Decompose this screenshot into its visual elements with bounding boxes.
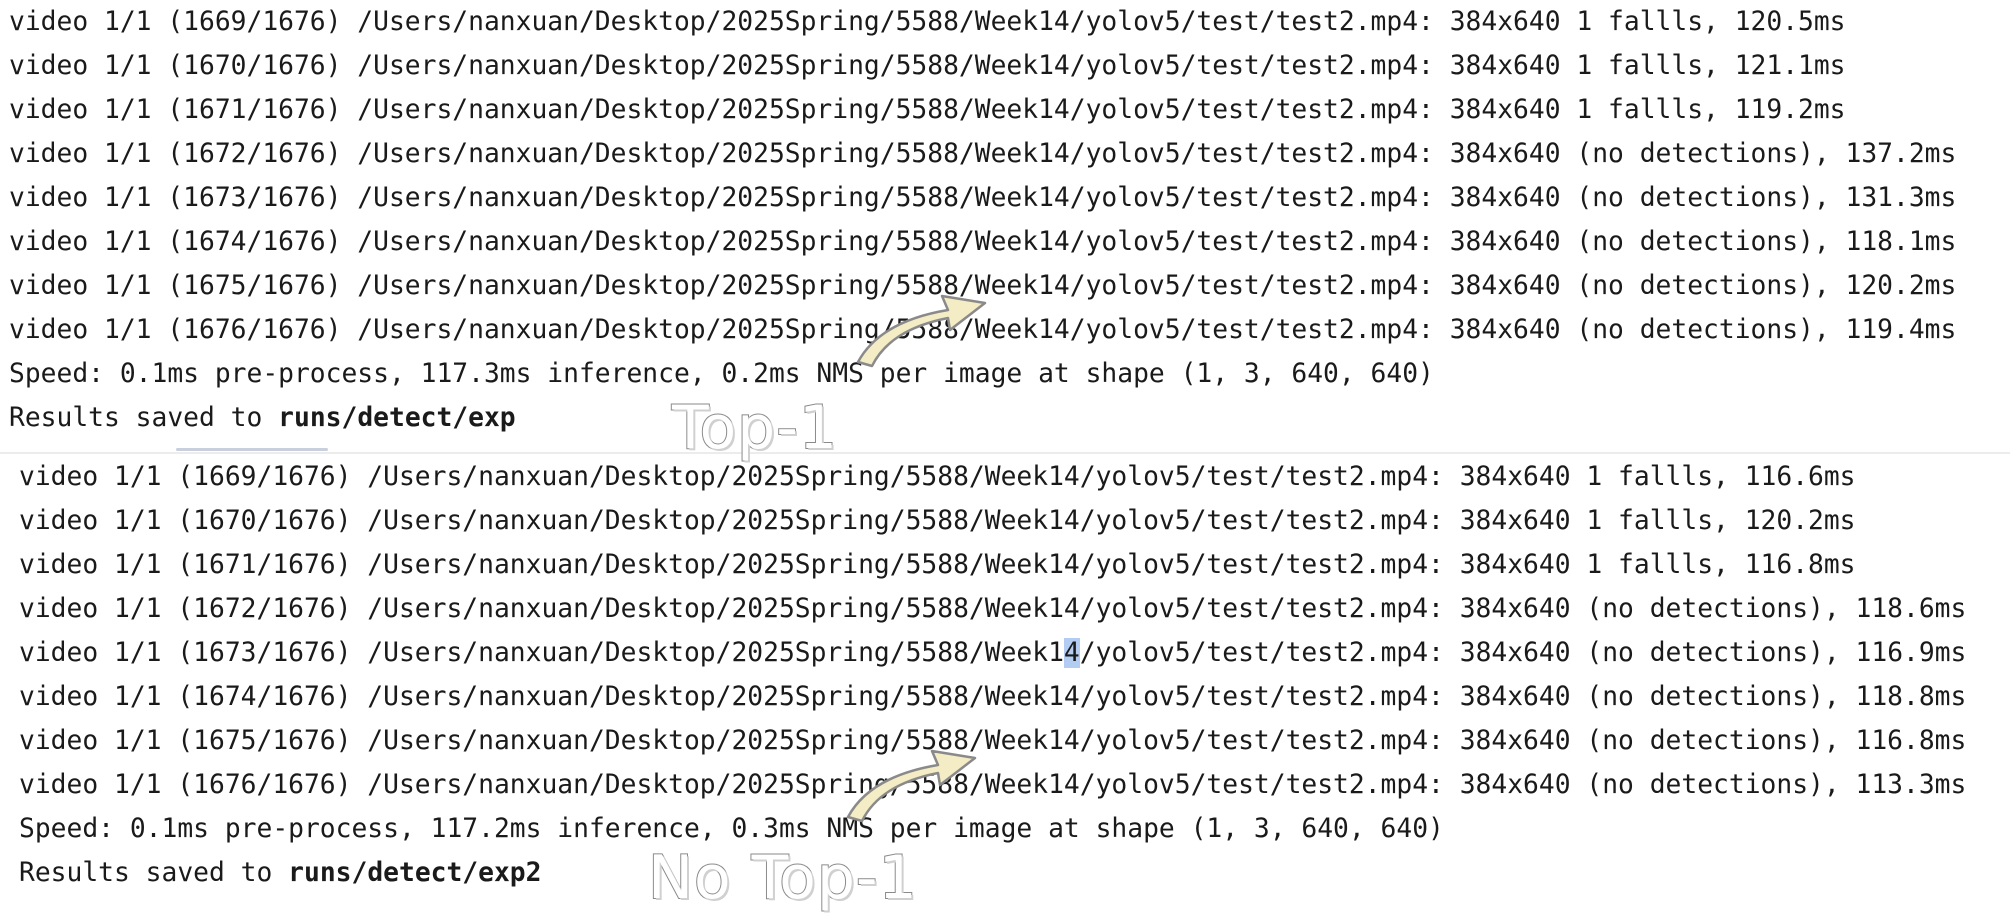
log-line: video 1/1 (1669/1676) /Users/nanxuan/Des… <box>9 7 1846 37</box>
log-line: video 1/1 (1676/1676) /Users/nanxuan/Des… <box>19 770 1967 800</box>
line-text-before: video 1/1 (1673/1676) /Users/nanxuan/Des… <box>19 638 1064 668</box>
results-saved-label: Results saved to <box>19 858 289 888</box>
log-line: video 1/1 (1675/1676) /Users/nanxuan/Des… <box>9 271 1957 301</box>
log-line: video 1/1 (1670/1676) /Users/nanxuan/Des… <box>9 51 1846 81</box>
log-line-selected: video 1/1 (1673/1676) /Users/nanxuan/Des… <box>19 631 1966 675</box>
results-path-link[interactable]: runs/detect/exp <box>278 403 515 433</box>
line-text-after: /yolov5/test/test2.mp4: 384x640 (no dete… <box>1079 638 1967 668</box>
annotation-label: Top-1 <box>671 393 839 463</box>
results-saved-line: Results saved to runs/detect/exp2 <box>19 851 541 895</box>
results-path-link[interactable]: runs/detect/exp2 <box>288 858 541 888</box>
log-line: video 1/1 (1671/1676) /Users/nanxuan/Des… <box>9 95 1846 125</box>
top-console-output: video 1/1 (1669/1676) /Users/nanxuan/Des… <box>0 0 2010 452</box>
results-saved-label: Results saved to <box>9 403 279 433</box>
log-line: video 1/1 (1675/1676) /Users/nanxuan/Des… <box>19 726 1967 756</box>
results-saved-line: Results saved to runs/detect/exp <box>9 396 516 440</box>
log-line: video 1/1 (1670/1676) /Users/nanxuan/Des… <box>19 506 1856 536</box>
log-line: video 1/1 (1669/1676) /Users/nanxuan/Des… <box>19 462 1856 492</box>
log-line: video 1/1 (1674/1676) /Users/nanxuan/Des… <box>9 227 1957 257</box>
text-selection[interactable]: 4 <box>1063 638 1080 668</box>
annotation-label: No Top-1 <box>647 843 918 913</box>
log-line: video 1/1 (1672/1676) /Users/nanxuan/Des… <box>9 139 1957 169</box>
log-line: video 1/1 (1673/1676) /Users/nanxuan/Des… <box>9 183 1957 213</box>
panel-divider-handle[interactable] <box>176 448 328 451</box>
speed-summary: Speed: 0.1ms pre-process, 117.3ms infere… <box>9 359 1434 389</box>
bottom-console-output: video 1/1 (1669/1676) /Users/nanxuan/Des… <box>0 452 2010 906</box>
log-line: video 1/1 (1674/1676) /Users/nanxuan/Des… <box>19 682 1967 712</box>
log-line: video 1/1 (1671/1676) /Users/nanxuan/Des… <box>19 550 1856 580</box>
log-line: video 1/1 (1676/1676) /Users/nanxuan/Des… <box>9 315 1957 345</box>
log-line: video 1/1 (1672/1676) /Users/nanxuan/Des… <box>19 594 1967 624</box>
